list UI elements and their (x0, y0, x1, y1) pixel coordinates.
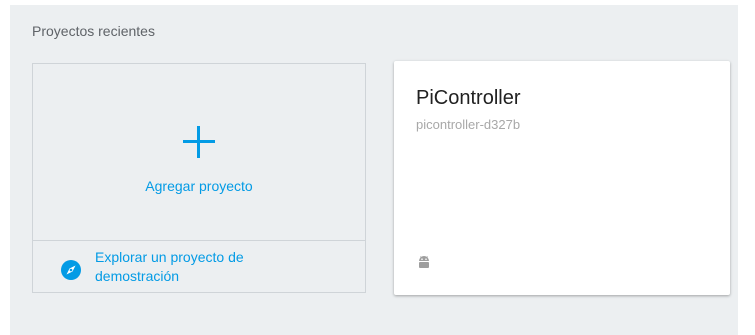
add-project-label: Agregar proyecto (145, 178, 253, 194)
recent-projects-panel: Proyectos recientes Agregar proyecto Exp… (10, 5, 738, 335)
add-project-button[interactable]: Agregar proyecto (33, 64, 365, 240)
project-card[interactable]: PiController picontroller-d327b (394, 61, 730, 295)
section-title: Proyectos recientes (32, 23, 155, 39)
explore-demo-label: Explorar un proyecto de demostración (95, 249, 244, 284)
explore-demo-link[interactable]: Explorar un proyecto de demostración (33, 241, 365, 293)
project-id: picontroller-d327b (416, 117, 521, 132)
add-project-card: Agregar proyecto Explorar un proyecto de… (32, 63, 366, 293)
plus-icon (183, 126, 215, 158)
android-icon (419, 256, 429, 268)
project-name: PiController (416, 87, 521, 109)
compass-icon (61, 260, 81, 280)
